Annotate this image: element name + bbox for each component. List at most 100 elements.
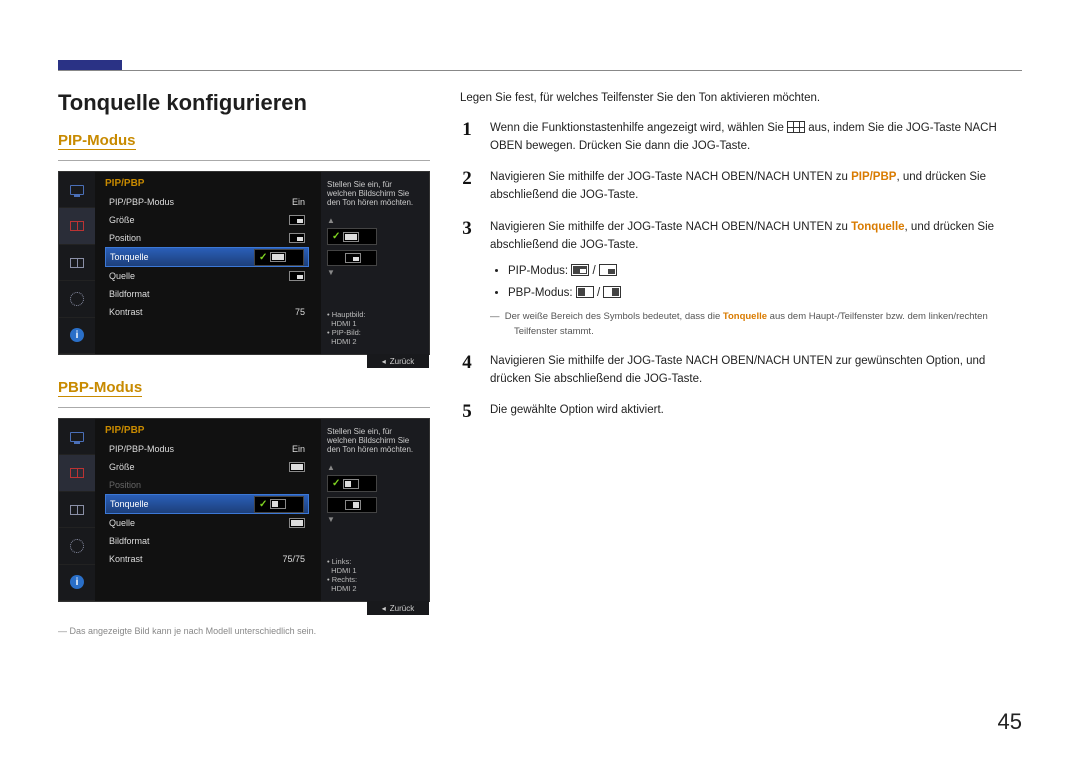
- back-label: Zurück: [390, 357, 414, 366]
- pbp-right-icon: [603, 286, 621, 298]
- menu-grid-icon: [787, 121, 805, 133]
- step-number: 5: [460, 402, 474, 421]
- page-number: 45: [998, 709, 1022, 735]
- tonquelle-options-pip[interactable]: ✓: [254, 249, 304, 266]
- row-tonquelle[interactable]: Tonquelle ✓: [105, 247, 309, 267]
- arrow-down-icon: ▼: [327, 269, 335, 277]
- step-3-bullets: PIP-Modus: / PBP-Modus: /: [490, 263, 1022, 303]
- row-kontrast-value: 75: [295, 307, 305, 317]
- pip-main-icon: [571, 264, 589, 276]
- row-mode-label: PIP/PBP-Modus: [109, 197, 174, 207]
- page: Tonquelle konfigurieren PIP-Modus i PIP/…: [0, 0, 1080, 763]
- row-quelle[interactable]: Quelle: [105, 267, 309, 285]
- row-mode[interactable]: PIP/PBP-Modus Ein: [105, 193, 309, 211]
- step-number: 3: [460, 219, 474, 339]
- bullet-pip: PIP-Modus: /: [508, 263, 1022, 281]
- sidebar-settings-icon[interactable]: [59, 528, 95, 564]
- row-size[interactable]: Größe: [105, 211, 309, 229]
- osd-menu-title: PIP/PBP: [105, 178, 309, 189]
- left-column: Tonquelle konfigurieren PIP-Modus i PIP/…: [58, 90, 430, 636]
- header-accent-bar: [58, 60, 122, 70]
- size-icon: [289, 462, 305, 472]
- row-bildformat-label: Bildformat: [109, 536, 150, 546]
- sidebar-settings-icon[interactable]: [59, 281, 95, 317]
- sidebar-picture-icon[interactable]: [59, 419, 95, 455]
- sidebar-onscreen-icon[interactable]: [59, 245, 95, 281]
- row-quelle[interactable]: Quelle: [105, 514, 309, 532]
- sidebar-info-icon[interactable]: i: [59, 318, 95, 354]
- row-bildformat[interactable]: Bildformat: [105, 532, 309, 550]
- row-mode[interactable]: PIP/PBP-Modus Ein: [105, 440, 309, 458]
- osd-info-panel: Stellen Sie ein, für welchen Bildschirm …: [321, 419, 429, 601]
- row-size-label: Größe: [109, 215, 135, 225]
- back-button[interactable]: ◂ Zurück: [367, 601, 429, 615]
- pbp-menu-screenshot: i PIP/PBP PIP/PBP-Modus Ein Größe Positi…: [58, 418, 430, 602]
- step-number: 4: [460, 353, 474, 389]
- step-1-text: Wenn die Funktionstastenhilfe angezeigt …: [490, 120, 1022, 156]
- back-label: Zurück: [390, 604, 414, 613]
- osd-menu-title: PIP/PBP: [105, 425, 309, 436]
- row-position-label: Position: [109, 480, 141, 490]
- section-pip-title: PIP-Modus: [58, 132, 136, 150]
- row-position[interactable]: Position: [105, 229, 309, 247]
- row-quelle-label: Quelle: [109, 518, 135, 528]
- step-3-note: ― Der weiße Bereich des Symbols bedeutet…: [490, 310, 1022, 339]
- back-button[interactable]: ◂ Zurück: [367, 354, 429, 368]
- osd-menu-list: PIP/PBP PIP/PBP-Modus Ein Größe Position: [95, 172, 319, 354]
- check-icon: ✓: [259, 499, 267, 510]
- row-size-label: Größe: [109, 462, 135, 472]
- step-4-text: Navigieren Sie mithilfe der JOG-Taste NA…: [490, 353, 1022, 389]
- row-kontrast-label: Kontrast: [109, 554, 143, 564]
- footnote-left: ― Das angezeigte Bild kann je nach Model…: [58, 626, 430, 636]
- tonquelle-options-pbp[interactable]: ✓: [254, 496, 304, 513]
- bullet-pbp: PBP-Modus: /: [508, 285, 1022, 303]
- step-3: 3 Navigieren Sie mithilfe der JOG-Taste …: [460, 219, 1022, 339]
- step-4: 4 Navigieren Sie mithilfe der JOG-Taste …: [460, 353, 1022, 389]
- source-icon: [289, 271, 305, 281]
- source-icon: [289, 518, 305, 528]
- info-opt-1: ✓: [327, 475, 377, 492]
- step-1: 1 Wenn die Funktionstastenhilfe angezeig…: [460, 120, 1022, 156]
- step-number: 1: [460, 120, 474, 156]
- pbp-left-icon: [576, 286, 594, 298]
- sidebar-picture-icon[interactable]: [59, 172, 95, 208]
- content-columns: Tonquelle konfigurieren PIP-Modus i PIP/…: [58, 90, 1022, 636]
- sidebar-pip-pbp-icon[interactable]: [59, 455, 95, 491]
- position-icon: [289, 233, 305, 243]
- row-tonquelle[interactable]: Tonquelle ✓: [105, 494, 309, 514]
- info-opt-2: [327, 250, 377, 266]
- osd-sidebar: i: [59, 419, 95, 601]
- osd-info-text: Stellen Sie ein, für welchen Bildschirm …: [327, 180, 423, 207]
- section-pbp-header: PBP-Modus: [58, 379, 430, 408]
- osd-info-text: Stellen Sie ein, für welchen Bildschirm …: [327, 427, 423, 454]
- right-column: Legen Sie fest, für welches Teilfenster …: [460, 90, 1022, 636]
- osd-info-bullets: • Links: HDMI 1 • Rechts: HDMI 2: [327, 557, 423, 593]
- row-kontrast[interactable]: Kontrast 75/75: [105, 550, 309, 568]
- row-kontrast-value: 75/75: [282, 554, 305, 564]
- sidebar-info-icon[interactable]: i: [59, 565, 95, 601]
- section-pbp-title: PBP-Modus: [58, 379, 142, 397]
- intro-text: Legen Sie fest, für welches Teilfenster …: [460, 90, 1022, 108]
- row-position-label: Position: [109, 233, 141, 243]
- section-pip-header: PIP-Modus: [58, 132, 430, 161]
- step-5: 5 Die gewählte Option wird aktiviert.: [460, 402, 1022, 421]
- sidebar-pip-pbp-icon[interactable]: [59, 208, 95, 244]
- row-bildformat-label: Bildformat: [109, 289, 150, 299]
- row-mode-value: Ein: [292, 197, 305, 207]
- page-title: Tonquelle konfigurieren: [58, 90, 430, 116]
- back-arrow-icon: ◂: [382, 357, 386, 366]
- step-2-text: Navigieren Sie mithilfe der JOG-Taste NA…: [490, 169, 1022, 205]
- info-opt-1: ✓: [327, 228, 377, 245]
- osd-menu-list: PIP/PBP PIP/PBP-Modus Ein Größe Position: [95, 419, 319, 601]
- sidebar-onscreen-icon[interactable]: [59, 492, 95, 528]
- arrow-up-icon: ▲: [327, 217, 335, 225]
- opt-main-icon: [270, 252, 286, 262]
- row-kontrast[interactable]: Kontrast 75: [105, 303, 309, 321]
- row-size[interactable]: Größe: [105, 458, 309, 476]
- row-bildformat[interactable]: Bildformat: [105, 285, 309, 303]
- row-mode-label: PIP/PBP-Modus: [109, 444, 174, 454]
- pip-menu-screenshot: i PIP/PBP PIP/PBP-Modus Ein Größe Positi…: [58, 171, 430, 355]
- header-rule: [58, 70, 1022, 71]
- row-position-disabled: Position: [105, 476, 309, 494]
- check-icon: ✓: [259, 252, 267, 263]
